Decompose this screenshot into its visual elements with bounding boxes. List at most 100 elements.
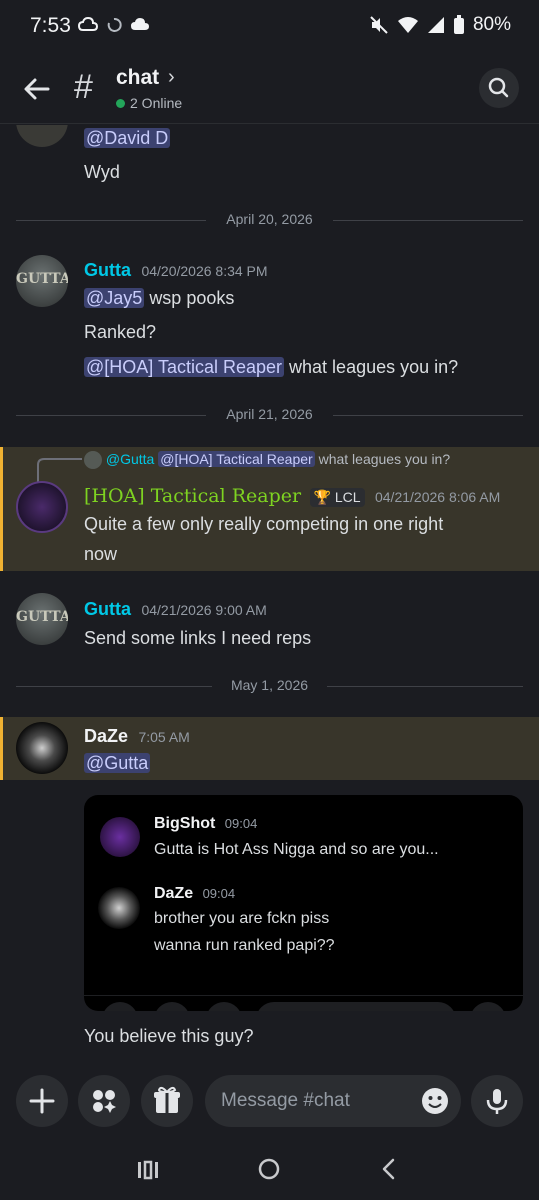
date-label: May 1, 2026 — [230, 677, 309, 693]
embed-text: wanna run ranked papi?? — [154, 937, 335, 954]
message-text: Quite a few only really competing in one… — [84, 514, 444, 534]
message-text: what leagues you in? — [289, 357, 459, 377]
apps-icon — [93, 1090, 116, 1113]
sync-icon — [107, 17, 122, 32]
message-header: [HOA] Tactical Reaper 🏆 LCL 04/21/2026 8… — [84, 485, 500, 507]
trophy-icon: 🏆 — [313, 489, 331, 505]
status-right: 80% — [369, 14, 511, 36]
status-left-icons — [78, 16, 150, 34]
search-button[interactable] — [479, 68, 519, 108]
voice-button[interactable] — [471, 1075, 523, 1127]
timestamp: 09:04 — [202, 886, 236, 901]
mention[interactable]: @Gutta — [84, 753, 151, 773]
username[interactable]: Gutta — [84, 599, 131, 619]
channel-header: # chat › 2 Online — [0, 52, 539, 124]
avatar-text: GUTTA — [16, 271, 68, 287]
search-icon — [488, 77, 509, 98]
message-input-placeholder: Message #chat — [221, 1090, 350, 1111]
channel-title[interactable]: chat — [116, 66, 159, 90]
message-text: Send some links I need reps — [84, 628, 312, 648]
message-text: wsp pooks — [149, 288, 235, 308]
reply-preview[interactable]: @Gutta @[HOA] Tactical Reaper what leagu… — [84, 451, 451, 470]
date-divider: April 20, 2026 — [16, 210, 523, 230]
reply-username: @Gutta — [105, 451, 155, 467]
cloud-filled-icon — [131, 18, 149, 30]
plus-icon — [29, 1088, 55, 1114]
online-dot — [116, 98, 125, 108]
avatar — [100, 817, 140, 857]
add-attachment-button[interactable] — [16, 1075, 68, 1127]
avatar[interactable] — [16, 722, 68, 774]
timestamp: 04/21/2026 9:00 AM — [141, 602, 267, 618]
avatar-text: GUTTA — [16, 609, 68, 625]
embed-text: Gutta is Hot Ass Nigga and so are you... — [154, 841, 439, 858]
date-label: April 21, 2026 — [226, 406, 313, 422]
message-header: Gutta 04/20/2026 8:34 PM — [84, 260, 268, 281]
message-line: @Jay5 wsp pooks — [84, 288, 234, 309]
message-text: You believe this guy? — [84, 1026, 254, 1046]
wifi-icon — [397, 17, 418, 33]
mention: @[HOA] Tactical Reaper — [158, 451, 315, 467]
reply-connector — [37, 458, 82, 483]
avatar[interactable] — [16, 481, 68, 533]
date-divider: May 1, 2026 — [16, 676, 523, 696]
avatar[interactable]: GUTTA — [16, 593, 68, 645]
message-text: Ranked? — [84, 322, 157, 342]
system-nav-bar — [0, 1143, 539, 1200]
mention[interactable]: @Jay5 — [84, 288, 145, 308]
message-line: @[HOA] Tactical Reaper what leagues you … — [84, 357, 458, 378]
back-arrow-icon — [24, 78, 50, 100]
cloud-icon — [78, 16, 98, 31]
embed-header: DaZe 09:04 — [154, 885, 235, 903]
timestamp: 04/21/2026 8:06 AM — [374, 489, 501, 505]
battery-level: 80% — [472, 14, 511, 35]
role-badge: 🏆 LCL — [309, 488, 365, 507]
status-bar: 7:53 80% — [0, 0, 539, 52]
message-header: Gutta 04/21/2026 9:00 AM — [84, 599, 267, 620]
embed-header: BigShot 09:04 — [154, 815, 257, 833]
mention[interactable]: @David D — [84, 128, 171, 148]
timestamp: 04/20/2026 8:34 PM — [141, 263, 268, 279]
emoji-icon[interactable] — [421, 1087, 449, 1115]
username: DaZe — [154, 885, 194, 902]
message-text: Wyd — [84, 162, 120, 182]
avatar[interactable]: GUTTA — [16, 255, 68, 307]
gift-icon — [154, 1086, 180, 1113]
back-icon[interactable] — [378, 1157, 400, 1181]
chevron-right-icon[interactable]: › — [168, 66, 175, 89]
recents-icon[interactable] — [136, 1159, 160, 1181]
hash-icon: # — [74, 68, 93, 106]
battery-icon — [453, 15, 464, 34]
highlighted-message[interactable] — [0, 717, 539, 780]
avatar — [98, 887, 140, 929]
message-text: now — [84, 544, 118, 564]
reply-avatar — [84, 451, 102, 470]
username[interactable]: DaZe — [84, 726, 128, 746]
username[interactable]: Gutta — [84, 260, 131, 280]
timestamp: 09:04 — [224, 816, 258, 831]
mention[interactable]: @[HOA] Tactical Reaper — [84, 357, 285, 377]
timestamp: 7:05 AM — [138, 729, 190, 745]
embed-bottom-bar — [84, 995, 523, 1011]
back-button[interactable] — [20, 72, 54, 106]
date-divider: April 21, 2026 — [16, 405, 523, 425]
apps-button[interactable] — [78, 1075, 130, 1127]
mic-icon — [486, 1089, 508, 1114]
mute-icon — [370, 16, 388, 34]
signal-icon — [427, 17, 444, 33]
avatar[interactable] — [16, 125, 68, 147]
message-input[interactable]: Message #chat — [205, 1075, 461, 1127]
online-label: 2 Online — [130, 95, 183, 111]
home-icon[interactable] — [257, 1157, 281, 1181]
gift-button[interactable] — [141, 1075, 193, 1127]
message-composer: Message #chat — [0, 1063, 539, 1143]
reply-text: what leagues you in? — [318, 451, 451, 467]
message-header: DaZe 7:05 AM — [84, 726, 190, 747]
username[interactable]: [HOA] Tactical Reaper — [84, 485, 301, 507]
image-attachment[interactable]: BigShot 09:04 Gutta is Hot Ass Nigga and… — [84, 795, 523, 1011]
username: BigShot — [154, 815, 216, 832]
message-line: @David D — [84, 128, 171, 149]
message-list[interactable]: @David D Wyd April 20, 2026 GUTTA Gutta … — [0, 125, 539, 1063]
date-label: April 20, 2026 — [226, 211, 313, 227]
status-time: 7:53 — [30, 14, 71, 37]
